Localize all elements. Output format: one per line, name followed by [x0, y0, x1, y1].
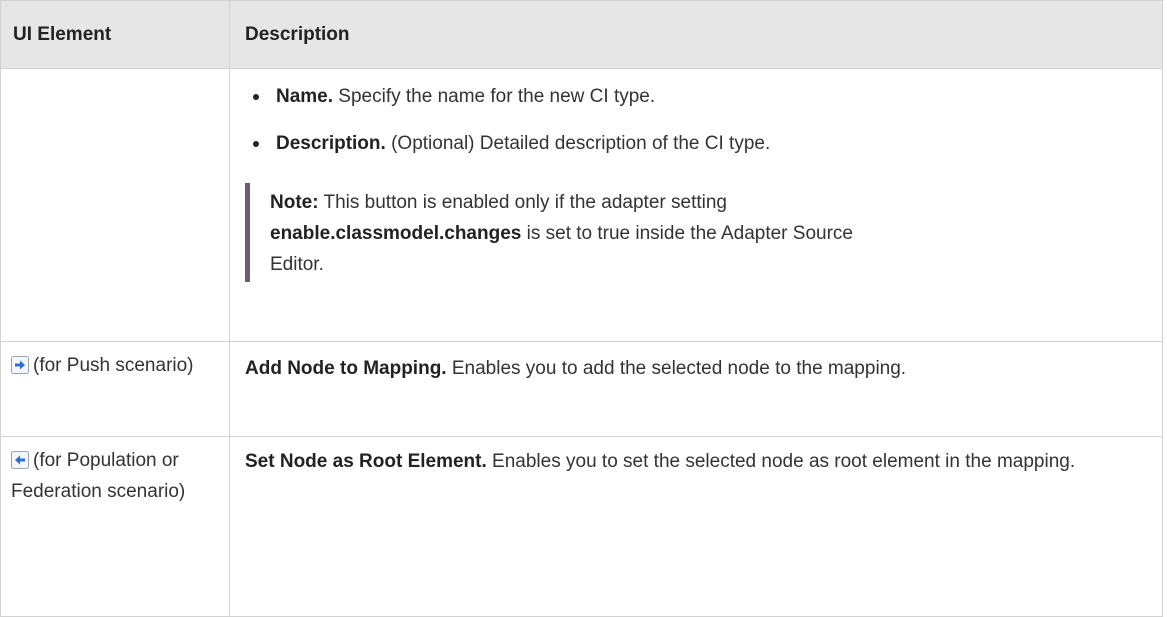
ui-element-cell-empty — [0, 68, 230, 342]
field-list: Name. Specify the name for the new CI ty… — [245, 69, 1152, 159]
item-text: Specify the name for the new CI type. — [333, 86, 656, 107]
note-box: Note: This button is enabled only if the… — [245, 183, 880, 282]
table-row: Name. Specify the name for the new CI ty… — [0, 68, 1163, 342]
ui-element-label: (for Population or Federation scenario) — [11, 450, 186, 502]
note-setting: enable.classmodel.changes — [270, 223, 522, 244]
header-ui-element: UI Element — [0, 0, 230, 69]
note-text: This button is enabled only if the adapt… — [318, 192, 727, 213]
desc-term: Add Node to Mapping. — [245, 358, 447, 379]
description-cell: Add Node to Mapping. Enables you to add … — [229, 341, 1163, 437]
ui-element-table: UI Element Description Name. Specify the… — [0, 0, 1163, 617]
table-row: (for Push scenario) Add Node to Mapping.… — [0, 341, 1163, 437]
list-item: Description. (Optional) Detailed descrip… — [245, 128, 1152, 159]
note-label: Note: — [270, 192, 319, 213]
bullet — [253, 94, 259, 100]
bullet — [253, 141, 259, 147]
description-cell: Name. Specify the name for the new CI ty… — [229, 68, 1163, 342]
desc-text: Enables you to set the selected node as … — [486, 451, 1076, 472]
ui-element-label: (for Push scenario) — [33, 355, 194, 376]
ui-element-cell: (for Push scenario) — [0, 341, 230, 437]
arrow-left-icon — [11, 451, 29, 469]
desc-text: Enables you to add the selected node to … — [446, 358, 907, 379]
list-item: Name. Specify the name for the new CI ty… — [245, 81, 1152, 112]
arrow-right-icon — [11, 356, 29, 374]
item-term: Description. — [276, 133, 386, 154]
table-header-row: UI Element Description — [0, 0, 1163, 69]
header-description: Description — [229, 0, 1163, 69]
item-term: Name. — [276, 86, 334, 107]
item-text: (Optional) Detailed description of the C… — [385, 133, 771, 154]
desc-term: Set Node as Root Element. — [245, 451, 487, 472]
